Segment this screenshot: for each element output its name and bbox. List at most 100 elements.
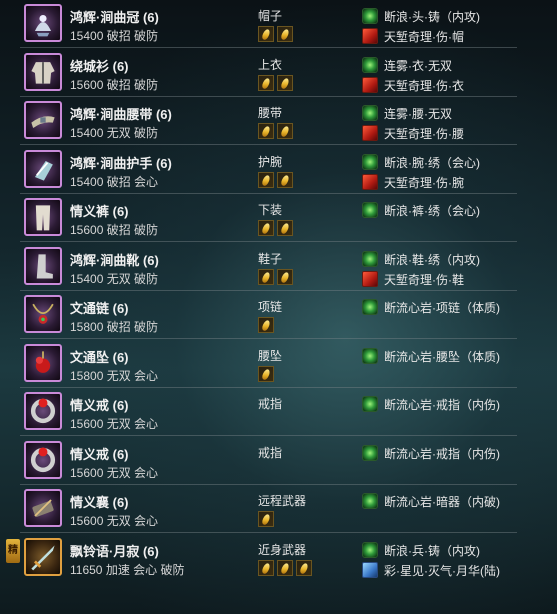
equipment-row[interactable]: 情义襄 (6) 15600 无双 会心 远程武器 断流心岩·暗器（内破) <box>0 485 557 533</box>
slot-label: 鞋子 <box>258 252 283 266</box>
item-stats: 15600 无双 会心 <box>70 466 159 480</box>
gem-icon[interactable] <box>258 123 274 139</box>
equipment-row[interactable]: 鸿辉·涧曲腰带 (6) 15400 无双 破防 腰带 连雾·腰·无双 天堑奇理·伤·腰 <box>0 97 557 145</box>
hat-icon[interactable] <box>24 4 62 42</box>
row-divider <box>20 532 517 533</box>
item-name: 文通坠 (6) <box>70 350 129 365</box>
enchantment[interactable]: 天堑奇理·伤·腰 <box>362 124 464 142</box>
equipment-row[interactable]: 绕城衫 (6) 15600 破招 破防 上衣 连雾·衣·无双 天堑奇理·伤·衣 <box>0 49 557 97</box>
slot-label: 上衣 <box>258 58 283 72</box>
item-stats: 15600 破招 破防 <box>70 223 159 237</box>
quiver-icon[interactable] <box>24 489 62 527</box>
boots-icon[interactable] <box>24 247 62 285</box>
enhancement[interactable]: 断流心岩·戒指（内伤) <box>362 395 500 413</box>
gem-icon[interactable] <box>296 560 312 576</box>
equipment-row[interactable]: 情义戒 (6) 15600 无双 会心 戒指 断流心岩·戒指（内伤) <box>0 388 557 436</box>
equipment-row[interactable]: 精 飘铃语·月寂 (6) 11650 加速 会心 破防 近身武器 断浪·兵·铸（内攻) 彩… <box>0 534 557 582</box>
pants-icon[interactable] <box>24 198 62 236</box>
gem-icon[interactable] <box>277 172 293 188</box>
enhancement[interactable]: 断流心岩·腰坠（体质) <box>362 347 500 365</box>
gem-slots <box>258 220 293 238</box>
enhancement-label: 断流心岩·腰坠（体质) <box>384 349 500 364</box>
gem-icon[interactable] <box>277 269 293 285</box>
enhancement-label: 连雾·腰·无双 <box>384 106 452 121</box>
enhancement-label: 断浪·鞋·绣（内攻) <box>384 252 480 267</box>
pendant-icon[interactable] <box>24 344 62 382</box>
enchantment[interactable]: 彩·星见·灭气·月华(陆) <box>362 561 500 579</box>
enchantment[interactable]: 天堑奇理·伤·腕 <box>362 173 464 191</box>
gem-icon[interactable] <box>277 26 293 42</box>
equipment-row[interactable]: 鸿辉·涧曲冠 (6) 15400 破招 破防 帽子 断浪·头·铸（内攻) 天堑奇理·伤·… <box>0 0 557 48</box>
enhancement[interactable]: 断浪·裤·绣（会心) <box>362 201 480 219</box>
enhance-icon <box>362 299 378 315</box>
enhancement[interactable]: 断流心岩·项链（体质) <box>362 298 500 316</box>
ring-icon[interactable] <box>24 392 62 430</box>
slot-label: 护腕 <box>258 155 283 169</box>
enchantment[interactable]: 天堑奇理·伤·衣 <box>362 76 464 94</box>
enhancement[interactable]: 断流心岩·戒指（内伤) <box>362 444 500 462</box>
gem-icon[interactable] <box>258 317 274 333</box>
enhancement-label: 断流心岩·暗器（内破) <box>384 494 500 509</box>
item-name: 情义襄 (6) <box>70 495 129 510</box>
enhance-icon <box>362 251 378 267</box>
enhancement-label: 断流心岩·戒指（内伤) <box>384 446 500 461</box>
enhancement-label: 断浪·头·铸（内攻) <box>384 9 480 24</box>
item-stats: 15400 破招 会心 <box>70 175 159 189</box>
equipment-row[interactable]: 文通坠 (6) 15800 无双 会心 腰坠 断流心岩·腰坠（体质) <box>0 340 557 388</box>
enchant-icon <box>362 28 378 44</box>
enhance-icon <box>362 8 378 24</box>
equipment-row[interactable]: 情义裤 (6) 15600 破招 破防 下装 断浪·裤·绣（会心) <box>0 194 557 242</box>
equipment-row[interactable]: 鸿辉·涧曲护手 (6) 15400 破招 会心 护腕 断浪·腕·绣（会心) 天堑奇理·伤… <box>0 146 557 194</box>
gem-icon[interactable] <box>258 511 274 527</box>
gem-icon[interactable] <box>258 26 274 42</box>
row-divider <box>20 144 517 145</box>
enhancement[interactable]: 连雾·腰·无双 <box>362 104 452 122</box>
item-name: 鸿辉·涧曲腰带 (6) <box>70 107 172 122</box>
gem-icon[interactable] <box>277 123 293 139</box>
gem-slots <box>258 511 274 529</box>
ring-icon[interactable] <box>24 441 62 479</box>
item-name: 鸿辉·涧曲护手 (6) <box>70 156 172 171</box>
slot-label: 远程武器 <box>258 494 307 508</box>
enchantment[interactable]: 天堑奇理·伤·帽 <box>362 27 464 45</box>
enchantment-label: 天堑奇理·伤·鞋 <box>384 272 464 287</box>
gem-icon[interactable] <box>277 75 293 91</box>
gem-icon[interactable] <box>277 560 293 576</box>
gem-slots <box>258 75 293 93</box>
item-name: 情义戒 (6) <box>70 398 129 413</box>
enhancement[interactable]: 断浪·兵·铸（内攻) <box>362 541 480 559</box>
enhance-icon <box>362 445 378 461</box>
robe-icon[interactable] <box>24 53 62 91</box>
enhancement[interactable]: 断浪·头·铸（内攻) <box>362 7 480 25</box>
gem-icon[interactable] <box>258 560 274 576</box>
gauntlet-icon[interactable] <box>24 150 62 188</box>
enchantment[interactable]: 天堑奇理·伤·鞋 <box>362 270 464 288</box>
necklace-icon[interactable] <box>24 295 62 333</box>
gem-slots <box>258 172 293 190</box>
slot-label: 戒指 <box>258 397 283 411</box>
equipment-row[interactable]: 情义戒 (6) 15600 无双 会心 戒指 断流心岩·戒指（内伤) <box>0 437 557 485</box>
item-name: 情义戒 (6) <box>70 447 129 462</box>
enhancement[interactable]: 连雾·衣·无双 <box>362 56 452 74</box>
gem-icon[interactable] <box>258 75 274 91</box>
gem-icon[interactable] <box>277 220 293 236</box>
enchantment-label: 彩·星见·灭气·月华(陆) <box>384 563 500 578</box>
belt-icon[interactable] <box>24 101 62 139</box>
gem-icon[interactable] <box>258 366 274 382</box>
enchantment-label: 天堑奇理·伤·帽 <box>384 29 464 44</box>
enhancement[interactable]: 断浪·腕·绣（会心) <box>362 153 480 171</box>
gem-icon[interactable] <box>258 269 274 285</box>
gem-slots <box>258 560 312 578</box>
weapon-icon[interactable] <box>24 538 62 576</box>
enhance-icon <box>362 154 378 170</box>
enhancement[interactable]: 断流心岩·暗器（内破) <box>362 492 500 510</box>
gem-icon[interactable] <box>258 220 274 236</box>
item-stats: 15600 破招 破防 <box>70 78 159 92</box>
equipment-row[interactable]: 鸿辉·涧曲靴 (6) 15400 无双 破防 鞋子 断浪·鞋·绣（内攻) 天堑奇理·伤·… <box>0 243 557 291</box>
enhancement[interactable]: 断浪·鞋·绣（内攻) <box>362 250 480 268</box>
enhancement-label: 断流心岩·项链（体质) <box>384 300 500 315</box>
item-name: 文通链 (6) <box>70 301 129 316</box>
gem-icon[interactable] <box>258 172 274 188</box>
item-name: 鸿辉·涧曲靴 (6) <box>70 253 159 268</box>
equipment-row[interactable]: 文通链 (6) 15800 破招 破防 项链 断流心岩·项链（体质) <box>0 291 557 339</box>
